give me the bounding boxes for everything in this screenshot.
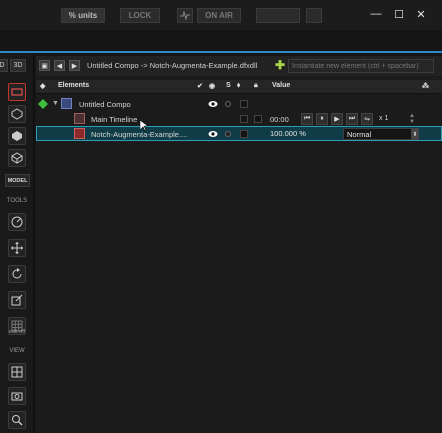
left-toolbar: 2D 3D MODEL TOOLS edit off VIEW (0, 53, 34, 433)
solo-header-label: S (226, 82, 231, 89)
on-air-button[interactable]: ON AIR (197, 8, 241, 23)
forward-arrow-icon[interactable]: ▶ (69, 60, 80, 71)
lock-button[interactable]: LOCK (120, 8, 160, 23)
visibility-eye-icon[interactable] (208, 130, 218, 138)
add-element-button[interactable]: ✚ (274, 59, 286, 71)
tag-square[interactable] (240, 115, 248, 123)
mouse-cursor-icon (140, 120, 148, 132)
value-header-label: Value (272, 82, 291, 89)
view-label: VIEW (9, 348, 25, 354)
model-button[interactable]: MODEL (5, 174, 30, 187)
title-bar: % units LOCK ON AIR — ☐ ✕ (0, 0, 442, 30)
loop-icon[interactable]: ⇋ (361, 113, 373, 125)
checkmark-header-icon: ✔ (197, 83, 203, 90)
rotate-icon[interactable] (8, 265, 26, 283)
tools-label: TOOLS (6, 198, 28, 204)
edit-off-label: edit off (8, 329, 26, 335)
row-label: Untitled Compo (79, 100, 131, 109)
breadcrumb: Untitled Compo -> Notch-Augmenta-Example… (87, 61, 258, 70)
composition-icon (61, 98, 72, 109)
elements-header-label: Elements (58, 82, 90, 89)
elements-header: ◆ Elements ✔ ◉ S ⬧ 🔒︎ Value ⁂ (36, 80, 442, 94)
extra-toolbar-button[interactable] (306, 8, 322, 23)
elements-panel: ▣ ◀ ▶ Untitled Compo -> Notch-Augmenta-E… (36, 56, 442, 433)
playback-speed: x 1 (379, 115, 389, 122)
row-label: Main Timeline (91, 115, 138, 124)
instantiate-input[interactable] (288, 59, 434, 73)
mode-2d-button[interactable]: 2D (0, 59, 8, 72)
expand-arrow-icon[interactable]: ▼ (52, 100, 59, 107)
timeline-icon (74, 113, 85, 124)
element-row-untitled-compo[interactable]: ▼ Untitled Compo (36, 97, 442, 112)
hexagon-icon[interactable] (8, 127, 26, 145)
blank-toolbar-button[interactable] (256, 8, 300, 23)
move-icon[interactable] (8, 239, 26, 257)
blend-mode-select[interactable]: Normal (343, 128, 413, 140)
lock-header-icon: 🔒︎ (254, 82, 258, 89)
network-header-icon: ⁂ (422, 83, 429, 90)
panel-save-icon[interactable]: ▣ (39, 60, 50, 71)
panel-toolbar: ▣ ◀ ▶ Untitled Compo -> Notch-Augmenta-E… (36, 56, 442, 76)
speed-stepper[interactable]: ▲ ▼ (409, 113, 415, 125)
accent-line (0, 51, 442, 53)
tag-square[interactable] (240, 130, 248, 138)
camera-view-icon[interactable] (8, 387, 26, 405)
close-icon[interactable]: ✕ (414, 6, 428, 22)
timeline-time: 00:00 (270, 115, 289, 124)
maximize-icon[interactable]: ☐ (392, 6, 406, 22)
back-arrow-icon[interactable]: ◀ (54, 60, 65, 71)
opacity-value[interactable]: 100.000 % (267, 128, 339, 140)
tag-header-icon: ⬧ (237, 82, 241, 89)
units-button[interactable]: % units (61, 8, 105, 23)
2d-layer-icon[interactable] (8, 83, 26, 101)
solo-dot-icon[interactable] (225, 101, 231, 107)
notch-block-icon (74, 128, 85, 139)
green-indicator-icon (38, 99, 48, 109)
eye-header-icon: ◉ (209, 83, 216, 90)
geometry-icon[interactable] (8, 105, 26, 123)
minimize-icon[interactable]: — (369, 6, 383, 22)
pause-icon[interactable]: ⏸︎ (316, 113, 328, 125)
lock-square[interactable] (254, 115, 262, 123)
skip-forward-icon[interactable]: ⏭︎ (346, 113, 358, 125)
signal-icon[interactable] (177, 8, 193, 23)
speed-gauge-icon[interactable] (8, 213, 26, 231)
dropdown-arrow-icon[interactable]: ⬍ (411, 128, 419, 140)
cube-icon[interactable] (8, 149, 26, 167)
solo-dot-icon[interactable] (225, 131, 231, 137)
skip-back-icon[interactable]: ⏮︎ (301, 113, 313, 125)
view-grid-icon[interactable] (8, 363, 26, 381)
mode-3d-button[interactable]: 3D (10, 59, 26, 72)
visibility-eye-icon[interactable] (208, 100, 218, 108)
element-row-notch[interactable]: Notch-Augmenta-Example.... 100.000 % Nor… (36, 126, 442, 141)
zoom-icon[interactable] (8, 411, 26, 429)
tag-square[interactable] (240, 100, 248, 108)
play-icon[interactable]: ▶ (331, 113, 343, 125)
diamond-header-icon: ◆ (40, 83, 46, 90)
element-row-main-timeline[interactable]: Main Timeline 00:00 ⏮︎ ⏸︎ ▶ ⏭︎ ⇋ x 1 ▲ ▼ (36, 112, 442, 127)
scale-icon[interactable] (8, 291, 26, 309)
